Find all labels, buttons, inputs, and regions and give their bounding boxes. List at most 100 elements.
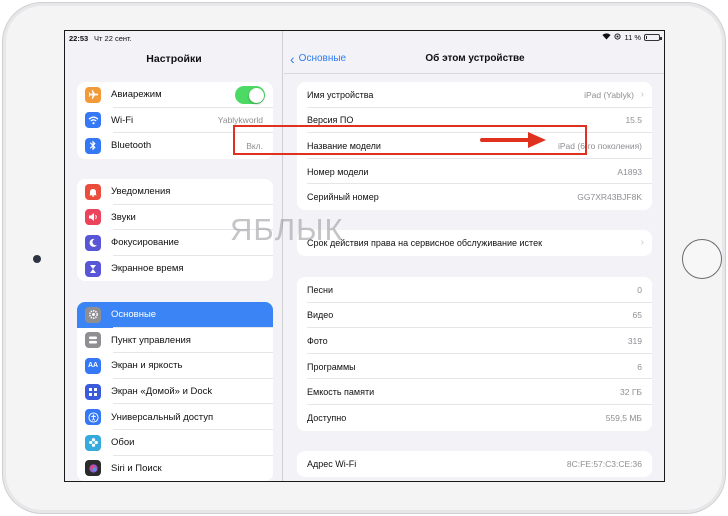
row-apps: Программы 6	[297, 354, 652, 380]
speaker-icon	[85, 209, 101, 226]
row-value: 8C:FE:57:C3:CE:36	[566, 458, 642, 469]
status-bar: 22:53 Чт 22 сент. 11 %	[65, 31, 664, 46]
row-label: Видео	[307, 310, 334, 321]
sidebar-item-wifi[interactable]: Wi-Fi Yablykworld	[77, 108, 273, 134]
settings-sidebar: Настройки Авиарежим Wi-Fi Yablykworld Bl…	[65, 31, 283, 481]
bluetooth-icon	[85, 137, 101, 154]
row-software-version[interactable]: Версия ПО 15.5	[297, 108, 652, 134]
sidebar-group-connectivity: Авиарежим Wi-Fi Yablykworld Bluetooth Вк…	[77, 82, 273, 159]
grid-icon	[85, 383, 101, 400]
row-serial-number: Серийный номер GG7XR43BJF8K	[297, 184, 652, 210]
row-label: Имя устройства	[307, 89, 374, 100]
sidebar-item-label: Обои	[111, 437, 135, 449]
row-available: Доступно 559,5 МБ	[297, 405, 652, 431]
sidebar-item-label: Экранное время	[111, 263, 184, 275]
sidebar-item-sounds[interactable]: Звуки	[77, 205, 273, 231]
bluetooth-value: Вкл.	[246, 140, 263, 151]
media-storage-group: Песни 0 Видео 65 Фото 319 Программы 6 Ем…	[297, 277, 652, 431]
rotation-lock-icon	[614, 33, 622, 42]
row-value: 0	[637, 284, 642, 295]
row-songs: Песни 0	[297, 277, 652, 303]
airplane-icon	[85, 86, 101, 103]
row-value: 319	[627, 335, 642, 346]
sidebar-group-general: Основные Пункт управления AA Экран и ярк…	[77, 302, 273, 481]
row-service-coverage[interactable]: Срок действия права на сервисное обслужи…	[297, 230, 652, 256]
chevron-right-icon: ›	[640, 89, 644, 101]
sidebar-item-label: Экран и яркость	[111, 360, 183, 372]
row-label: Срок действия права на сервисное обслужи…	[307, 237, 543, 248]
sidebar-item-label: Bluetooth	[111, 140, 152, 152]
status-battery-percent: 11 %	[624, 33, 641, 42]
row-value: 6	[637, 361, 642, 372]
switches-icon	[85, 332, 101, 349]
about-detail-pane: ‹ Основные Об этом устройстве Имя устрой…	[284, 31, 664, 481]
row-value: 15.5	[625, 115, 642, 126]
sidebar-item-screen-time[interactable]: Экранное время	[77, 256, 273, 282]
sidebar-item-label: Авиарежим	[111, 89, 162, 101]
screen: Настройки Авиарежим Wi-Fi Yablykworld Bl…	[64, 30, 665, 482]
sidebar-item-label: Основные	[111, 309, 157, 321]
row-label: Номер модели	[307, 166, 369, 177]
page-title: Об этом устройстве	[425, 53, 525, 64]
sidebar-item-label: Звуки	[111, 211, 136, 223]
row-value: 32 ГБ	[620, 387, 642, 398]
row-device-name[interactable]: Имя устройства iPad (Yablyk) ›	[297, 82, 652, 108]
row-value: GG7XR43BJF8K	[577, 192, 642, 203]
toggle-knob	[248, 87, 264, 103]
row-label: Доступно	[307, 412, 347, 423]
row-label: Фото	[307, 335, 328, 346]
airplane-mode-toggle[interactable]	[235, 86, 265, 104]
sidebar-item-focus[interactable]: Фокусирование	[77, 230, 273, 256]
hourglass-icon	[85, 260, 101, 277]
sidebar-title: Настройки	[146, 53, 202, 65]
sidebar-item-bluetooth[interactable]: Bluetooth Вкл.	[77, 133, 273, 159]
nav-divider	[284, 73, 664, 74]
row-photos: Фото 319	[297, 328, 652, 354]
row-label: Серийный номер	[307, 192, 379, 203]
device-info-group: Имя устройства iPad (Yablyk) › Версия ПО…	[297, 82, 652, 210]
battery-fill	[646, 36, 647, 39]
home-button[interactable]	[682, 239, 722, 279]
sidebar-item-display[interactable]: AA Экран и яркость	[77, 353, 273, 379]
bell-icon	[85, 183, 101, 200]
sidebar-item-label: Фокусирование	[111, 237, 180, 249]
sidebar-item-accessibility[interactable]: Универсальный доступ	[77, 404, 273, 430]
front-camera	[33, 255, 41, 263]
sidebar-item-general[interactable]: Основные	[77, 302, 273, 328]
wifi-icon	[85, 112, 101, 129]
sidebar-item-label: Универсальный доступ	[111, 411, 214, 423]
row-capacity: Емкость памяти 32 ГБ	[297, 379, 652, 405]
chevron-right-icon: ›	[640, 237, 644, 249]
sidebar-item-notifications[interactable]: Уведомления	[77, 179, 273, 205]
sidebar-item-label: Пункт управления	[111, 334, 191, 346]
row-label: Песни	[307, 284, 333, 295]
row-label: Адрес Wi-Fi	[307, 458, 357, 469]
row-label: Программы	[307, 361, 356, 372]
sidebar-item-home-screen[interactable]: Экран «Домой» и Dock	[77, 379, 273, 405]
wifi-network-value: Yablykworld	[217, 115, 263, 126]
wifi-status-icon	[602, 33, 612, 42]
service-coverage-group: Срок действия права на сервисное обслужи…	[297, 230, 652, 256]
row-label: Емкость памяти	[307, 387, 375, 398]
sidebar-item-control-center[interactable]: Пункт управления	[77, 328, 273, 354]
sidebar-item-label: Siri и Поиск	[111, 462, 162, 474]
row-value: 559,5 МБ	[605, 412, 642, 423]
row-model-name: Название модели iPad (6-го поколения)	[297, 133, 652, 159]
moon-icon	[85, 234, 101, 251]
siri-icon	[85, 460, 101, 477]
row-label: Название модели	[307, 140, 381, 151]
sidebar-item-airplane[interactable]: Авиарежим	[77, 82, 273, 108]
status-date: Чт 22 сент.	[94, 34, 132, 43]
row-value: iPad (6-го поколения)	[557, 140, 642, 151]
row-label: Версия ПО	[307, 115, 354, 126]
sidebar-item-wallpaper[interactable]: Обои	[77, 430, 273, 456]
row-value: iPad (Yablyk)	[584, 89, 634, 100]
status-indicators: 11 %	[602, 33, 662, 42]
accessibility-icon	[85, 409, 101, 426]
sidebar-item-label: Экран «Домой» и Dock	[111, 386, 213, 398]
row-value: A1893	[617, 166, 642, 177]
row-model-number[interactable]: Номер модели A1893	[297, 159, 652, 185]
status-time: 22:53	[69, 34, 89, 43]
row-videos: Видео 65	[297, 303, 652, 329]
sidebar-item-siri[interactable]: Siri и Поиск	[77, 456, 273, 481]
